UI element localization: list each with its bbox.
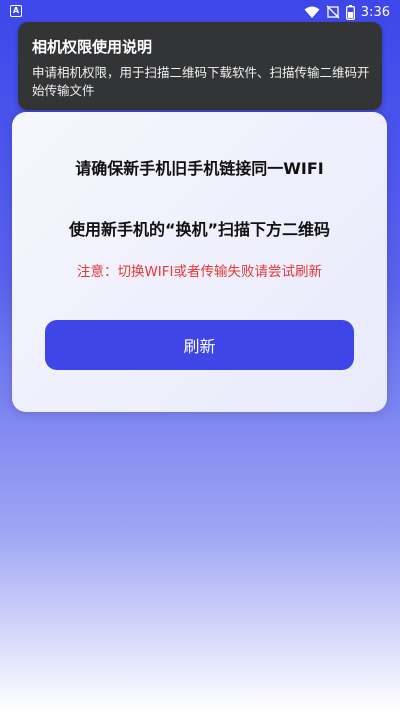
- permission-banner: 相机权限使用说明 申请相机权限，用于扫描二维码下载软件、扫描传输二维码开始传输文…: [18, 22, 382, 110]
- permission-body: 申请相机权限，用于扫描二维码下载软件、扫描传输二维码开始传输文件: [32, 65, 370, 98]
- refresh-button[interactable]: 刷新: [45, 320, 354, 370]
- refresh-button-label: 刷新: [183, 337, 216, 356]
- wifi-icon: [304, 6, 320, 18]
- transfer-card: 请确保新手机旧手机链接同一WIFI 使用新手机的“换机”扫描下方二维码 注意：切…: [12, 112, 387, 412]
- notice-text: 注意：切换WIFI或者传输失败请尝试刷新: [76, 264, 323, 280]
- app-notification-icon: A: [10, 5, 22, 17]
- scan-instruction: 使用新手机的“换机”扫描下方二维码: [68, 220, 331, 239]
- status-time: 3:36: [360, 4, 390, 20]
- status-bar: A 3:36: [0, 0, 400, 24]
- status-icons: 3:36: [304, 3, 390, 21]
- permission-title: 相机权限使用说明: [32, 38, 153, 56]
- signal-off-icon: [326, 5, 340, 19]
- wifi-instruction: 请确保新手机旧手机链接同一WIFI: [75, 159, 324, 178]
- battery-icon: [345, 4, 355, 20]
